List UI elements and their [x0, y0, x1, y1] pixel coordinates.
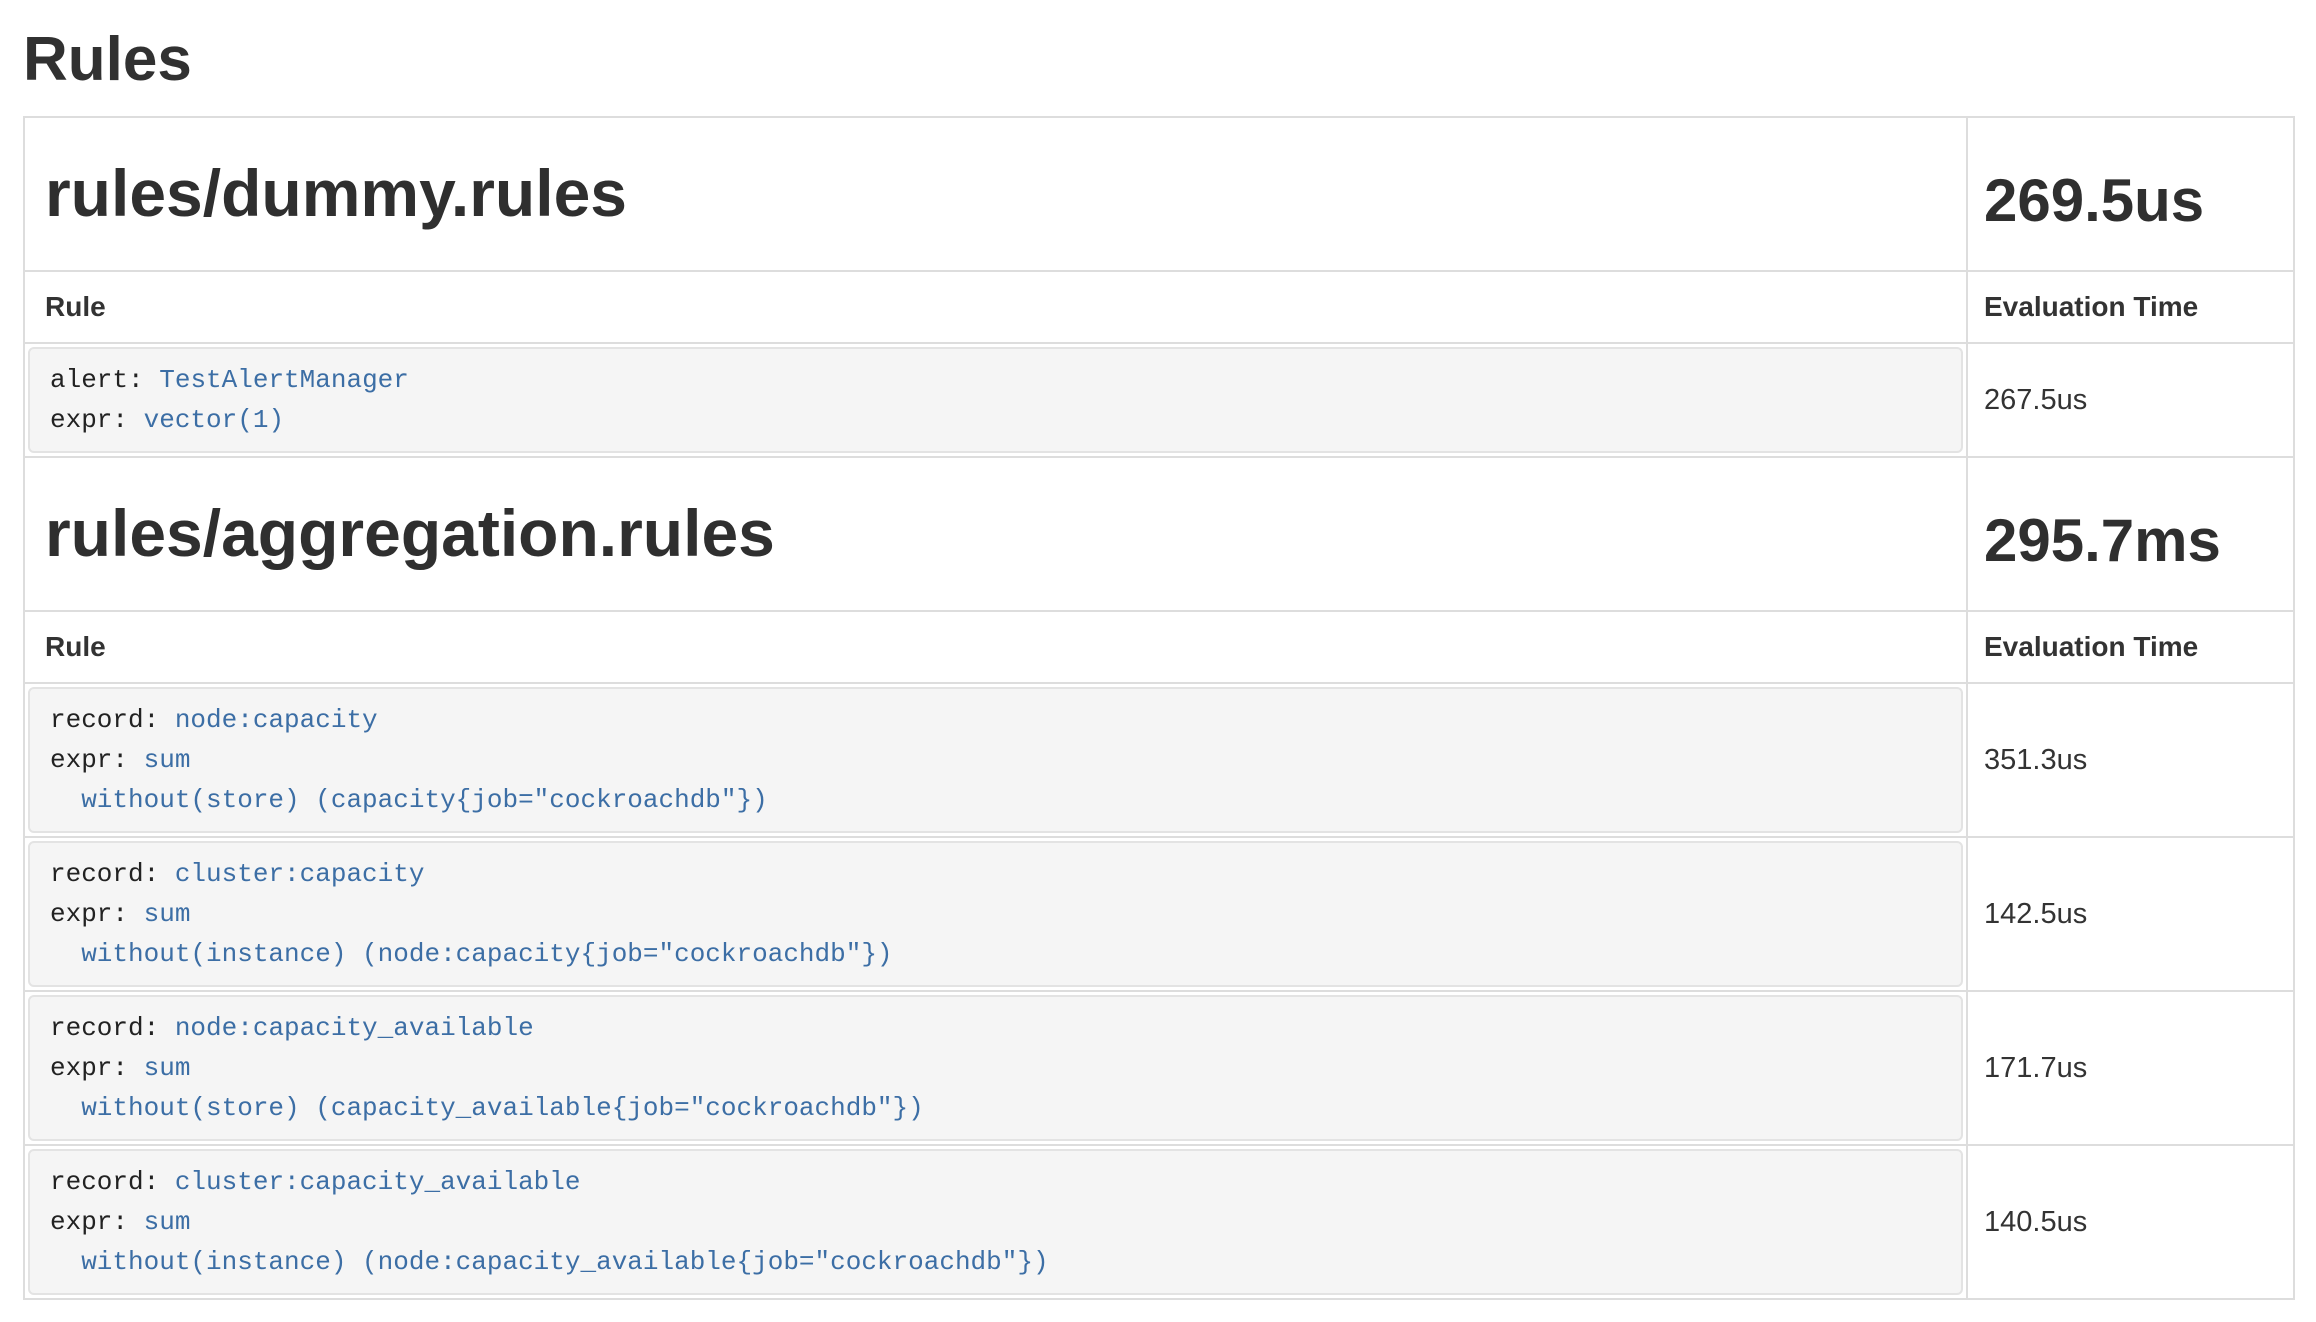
rule-evaluation-time: 351.3us: [1967, 683, 2294, 837]
rule-column-header: Rule: [24, 611, 1967, 683]
rule-evaluation-time: 140.5us: [1967, 1145, 2294, 1299]
rule-row: record: node:capacity expr: sum without(…: [24, 683, 2294, 837]
rules-page: Rules rules/dummy.rules269.5usRuleEvalua…: [0, 0, 2316, 1322]
rule-keyword: record:: [50, 1167, 159, 1197]
rule-cell: alert: TestAlertManager expr: vector(1): [24, 343, 1967, 457]
rule-row: alert: TestAlertManager expr: vector(1)2…: [24, 343, 2294, 457]
rule-link[interactable]: vector(1): [144, 405, 284, 435]
rule-definition: record: node:capacity_available expr: su…: [28, 995, 1963, 1141]
rule-evaluation-time: 267.5us: [1967, 343, 2294, 457]
rule-keyword: expr:: [50, 1207, 128, 1237]
rule-keyword: record:: [50, 1013, 159, 1043]
rule-keyword: expr:: [50, 1053, 128, 1083]
rules-table: rules/dummy.rules269.5usRuleEvaluation T…: [23, 116, 2295, 1300]
rule-link[interactable]: TestAlertManager: [159, 365, 409, 395]
rule-cell: record: cluster:capacity expr: sum witho…: [24, 837, 1967, 991]
rule-link[interactable]: node:capacity_available: [175, 1013, 534, 1043]
rule-keyword: expr:: [50, 405, 128, 435]
page-title: Rules: [23, 26, 2293, 94]
rule-keyword: record:: [50, 859, 159, 889]
evaluation-time-column-header: Evaluation Time: [1967, 611, 2294, 683]
rule-cell: record: node:capacity expr: sum without(…: [24, 683, 1967, 837]
group-evaluation-time: 269.5us: [1984, 166, 2293, 235]
rule-definition: record: cluster:capacity expr: sum witho…: [28, 841, 1963, 987]
rule-evaluation-time: 142.5us: [1967, 837, 2294, 991]
rule-link[interactable]: sum without(store) (capacity{job="cockro…: [50, 745, 768, 815]
rule-group-row: rules/dummy.rules 269.5us: [24, 117, 2294, 271]
group-file-cell: rules/aggregation.rules: [24, 457, 1967, 611]
column-header-row: RuleEvaluation Time: [24, 271, 2294, 343]
rule-row: record: node:capacity_available expr: su…: [24, 991, 2294, 1145]
group-evaluation-cell: 269.5us: [1967, 117, 2294, 271]
rule-link[interactable]: cluster:capacity: [175, 859, 425, 889]
rule-evaluation-time: 171.7us: [1967, 991, 2294, 1145]
rule-keyword: expr:: [50, 899, 128, 929]
rule-link[interactable]: sum without(instance) (node:capacity_ava…: [50, 1207, 1049, 1277]
rule-link[interactable]: cluster:capacity_available: [175, 1167, 581, 1197]
group-file-cell: rules/dummy.rules: [24, 117, 1967, 271]
rule-column-header: Rule: [24, 271, 1967, 343]
group-file-name: rules/aggregation.rules: [45, 496, 1966, 572]
rule-row: record: cluster:capacity expr: sum witho…: [24, 837, 2294, 991]
rule-keyword: expr:: [50, 745, 128, 775]
rule-link[interactable]: node:capacity: [175, 705, 378, 735]
rule-definition: alert: TestAlertManager expr: vector(1): [28, 347, 1963, 453]
group-file-name: rules/dummy.rules: [45, 156, 1966, 232]
rule-link[interactable]: sum without(store) (capacity_available{j…: [50, 1053, 924, 1123]
group-evaluation-time: 295.7ms: [1984, 506, 2293, 575]
rule-keyword: record:: [50, 705, 159, 735]
rule-link[interactable]: sum without(instance) (node:capacity{job…: [50, 899, 893, 969]
rule-definition: record: cluster:capacity_available expr:…: [28, 1149, 1963, 1295]
rule-definition: record: node:capacity expr: sum without(…: [28, 687, 1963, 833]
rule-keyword: alert:: [50, 365, 144, 395]
evaluation-time-column-header: Evaluation Time: [1967, 271, 2294, 343]
column-header-row: RuleEvaluation Time: [24, 611, 2294, 683]
group-evaluation-cell: 295.7ms: [1967, 457, 2294, 611]
rule-cell: record: cluster:capacity_available expr:…: [24, 1145, 1967, 1299]
rule-group-row: rules/aggregation.rules 295.7ms: [24, 457, 2294, 611]
rule-row: record: cluster:capacity_available expr:…: [24, 1145, 2294, 1299]
rule-cell: record: node:capacity_available expr: su…: [24, 991, 1967, 1145]
